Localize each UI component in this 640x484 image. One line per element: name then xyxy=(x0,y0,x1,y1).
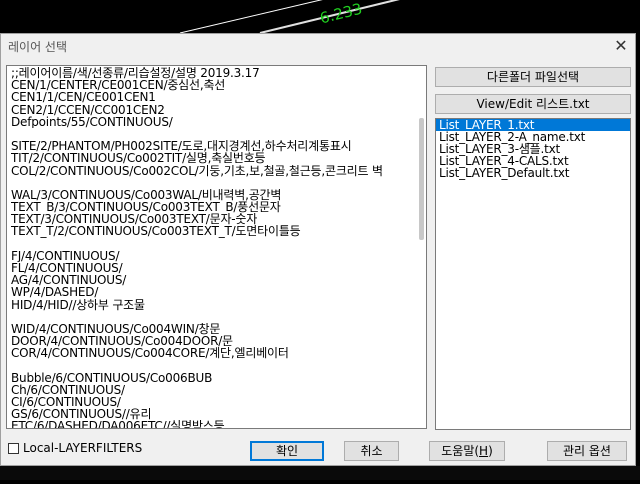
text-line: FL/4/CONTINUOUS/ xyxy=(11,262,123,275)
text-line xyxy=(11,238,411,250)
help-button[interactable]: 도움말(H) xyxy=(429,441,505,461)
help-label-suffix: ) xyxy=(488,444,493,458)
text-line: CEN1/1/CEN/CE001CEN1 xyxy=(11,91,156,104)
text-line: CI/6/CONTINUOUS/ xyxy=(11,396,121,409)
text-line: COR/4/CONTINUOUS/Co004CORE/계단,엘리베이터 xyxy=(11,347,289,360)
scrollbar-thumb[interactable] xyxy=(419,118,424,240)
local-layerfilters-label: Local-LAYERFILTERS xyxy=(23,441,143,455)
text-line xyxy=(11,177,411,189)
text-line xyxy=(11,128,411,140)
text-line: Defpoints/55/CONTINUOUS/ xyxy=(11,115,173,128)
layer-definition-text: ;;레이어이름/색/선종류/리습설정/설명 2019.3.17 CEN/1/CEN… xyxy=(11,67,411,429)
text-line: GS/6/CONTINUOUS//유리 xyxy=(11,408,152,421)
layer-select-dialog: 레이어 선택 ✕ ;;레이어이름/색/선종류/리습설정/설명 2019.3.17… xyxy=(0,33,636,466)
text-line xyxy=(11,360,411,372)
text-line: COL/2/CONTINUOUS/Co002COL/기둥,기초,보,철골,철근등… xyxy=(11,164,383,177)
text-line: WAL/3/CONTINUOUS/Co003WAL/비내력벽,공간벽 xyxy=(11,188,282,202)
text-line: ETC/6/DASHED/DA006ETC//실명박스등 xyxy=(11,420,225,429)
help-label-prefix: 도움말( xyxy=(441,444,480,458)
local-layerfilters-checkbox[interactable] xyxy=(8,443,19,454)
text-line: TEXT_B/3/CONTINUOUS/Co003TEXT_B/풍선문자 xyxy=(11,201,281,214)
local-layerfilters-option[interactable]: Local-LAYERFILTERS xyxy=(8,441,142,457)
text-line: DOOR/4/CONTINUOUS/Co004DOOR/문 xyxy=(11,335,233,348)
cad-status-strip xyxy=(0,466,640,480)
layer-file-list[interactable]: List_LAYER_1.txt List_LAYER_2-A_name.txt L… xyxy=(435,118,631,430)
text-line: TEXT/3/CONTINUOUS/Co003TEXT/문자-숫자 xyxy=(11,213,258,226)
view-edit-list-button[interactable]: View/Edit 리스트.txt xyxy=(435,94,631,114)
text-line: SITE/2/PHANTOM/PH002SITE/도로,대지경계선,하수처리계통… xyxy=(11,140,352,153)
text-line: FJ/4/CONTINUOUS/ xyxy=(11,249,120,262)
text-line: HID/4/HID//상하부 구조물 xyxy=(11,298,145,311)
close-icon[interactable]: ✕ xyxy=(610,36,632,56)
text-line: WID/4/CONTINUOUS/Co004WIN/창문 xyxy=(11,322,221,336)
other-folder-file-select-button[interactable]: 다른폴더 파일선택 xyxy=(435,67,631,87)
text-line: CEN/1/CENTER/CE001CEN/중심선,축선 xyxy=(11,79,226,92)
text-line: AG/4/CONTINUOUS/ xyxy=(11,274,127,287)
textarea-scrollbar[interactable] xyxy=(418,66,426,428)
text-line: Bubble/6/CONTINUOUS/Co006BUB xyxy=(11,371,213,384)
text-line: Ch/6/CONTINUOUS/ xyxy=(11,383,125,397)
dialog-title: 레이어 선택 xyxy=(8,40,68,54)
cancel-button[interactable]: 취소 xyxy=(344,441,399,461)
ok-button[interactable]: 확인 xyxy=(250,441,324,461)
text-line: TEXT_T/2/CONTINUOUS/Co003TEXT_T/도면타이틀등 xyxy=(11,225,301,238)
text-line: ;;레이어이름/색/선종류/리습설정/설명 2019.3.17 xyxy=(11,67,260,80)
text-line xyxy=(11,311,411,323)
text-line: CEN2/1/CCEN/CC001CEN2 xyxy=(11,103,165,116)
layer-definition-textarea[interactable]: ;;레이어이름/색/선종류/리습설정/설명 2019.3.17 CEN/1/CEN… xyxy=(6,65,427,429)
text-line: TIT/2/CONTINUOUS/Co002TIT/실명,축실번호등 xyxy=(11,152,266,165)
text-line: WP/4/DASHED/ xyxy=(11,286,99,299)
help-label-hotkey: H xyxy=(479,444,489,458)
file-list-item[interactable]: List_LAYER_Default.txt xyxy=(436,167,630,179)
manage-options-button[interactable]: 관리 옵션 xyxy=(547,441,627,461)
